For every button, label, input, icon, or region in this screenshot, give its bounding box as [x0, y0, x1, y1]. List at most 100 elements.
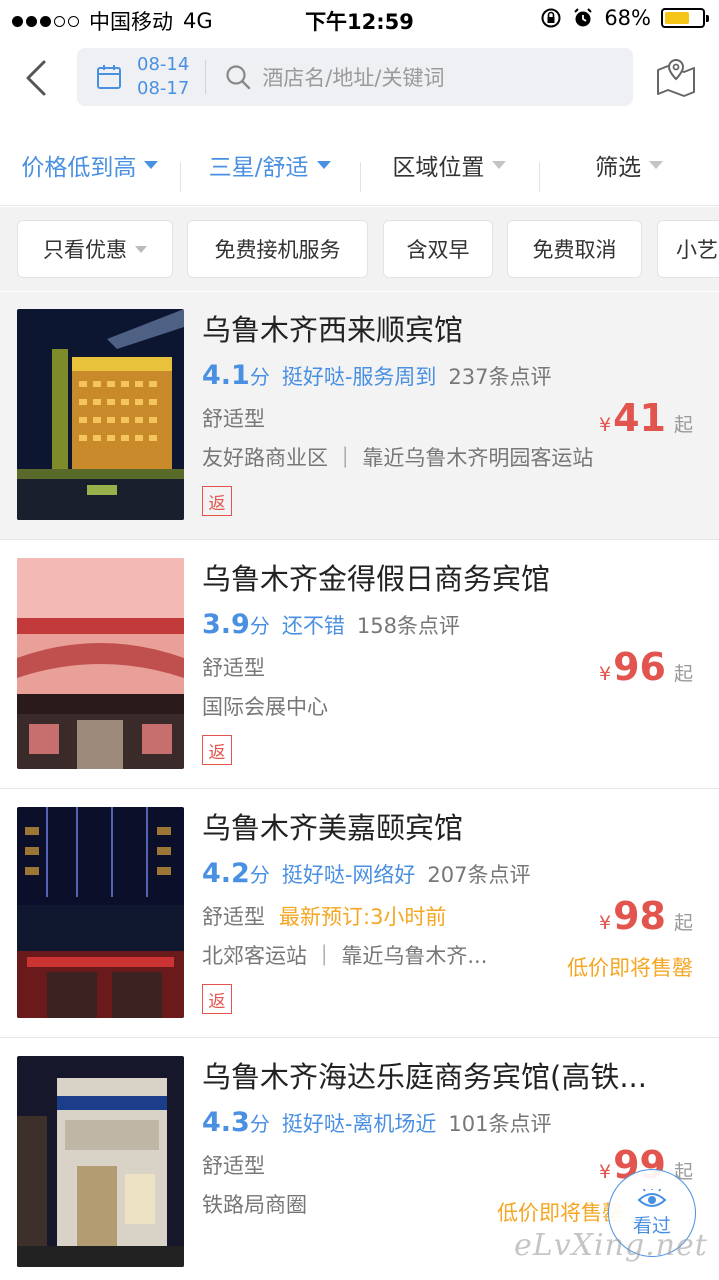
currency-symbol: ¥	[599, 663, 612, 685]
sort-filter-label: 筛选	[595, 154, 642, 181]
search-icon	[226, 65, 251, 90]
review-tag: 挺好哒-离机场近	[281, 1112, 437, 1136]
chip-label: 含双早	[406, 238, 470, 262]
review-tag: 还不错	[281, 614, 345, 638]
hotel-score: 4.1	[202, 360, 250, 391]
search-input[interactable]: 酒店名/地址/关键词	[262, 62, 444, 92]
status-right: 68%	[540, 6, 709, 30]
hotel-photo	[17, 1056, 184, 1267]
currency-symbol: ¥	[599, 1161, 612, 1183]
rating-line: 4.2 分 挺好哒-网络好 207条点评	[202, 858, 695, 890]
watermark: eLvXing.net	[514, 1228, 708, 1263]
hotel-price: ¥ 98 起	[599, 894, 693, 938]
chip-label: 小艺	[676, 238, 718, 262]
chevron-down-icon	[492, 160, 507, 169]
hotel-type: 舒适型	[202, 905, 265, 929]
chevron-down-icon	[649, 160, 664, 169]
chip-double-breakfast[interactable]: 含双早	[383, 220, 493, 278]
chip-label: 免费取消	[532, 238, 617, 262]
price-suffix: 起	[673, 414, 693, 436]
chip-label: 免费接机服务	[214, 238, 341, 262]
hotel-location: 友好路商业区 ｜ 靠近乌鲁木齐明园客运站	[202, 446, 594, 470]
hotel-name: 乌鲁木齐金得假日商务宾馆	[202, 562, 551, 596]
battery-percent: 68%	[604, 6, 651, 30]
review-count: 237条点评	[448, 365, 552, 389]
hotel-name: 乌鲁木齐美嘉颐宾馆	[202, 811, 464, 845]
sort-filter[interactable]: 筛选	[539, 148, 719, 192]
review-count: 207条点评	[427, 863, 531, 887]
hotel-name: 乌鲁木齐海达乐庭商务宾馆(高铁...	[202, 1060, 647, 1094]
recent-booking-note: 最新预订:3小时前	[279, 905, 447, 929]
rating-line: 3.9 分 还不错 158条点评	[202, 609, 695, 641]
currency-symbol: ¥	[599, 912, 612, 934]
low-stock-note: 低价即将售罄	[567, 956, 693, 980]
hotel-type: 舒适型	[202, 656, 265, 680]
price-amount: 96	[613, 645, 666, 689]
hotel-photo	[17, 558, 184, 769]
chip-free-cancel[interactable]: 免费取消	[507, 220, 642, 278]
score-unit: 分	[249, 1112, 270, 1136]
sort-price-label: 价格低到高	[21, 154, 137, 181]
filter-chips-row: 只看优惠 免费接机服务 含双早 免费取消 小艺	[0, 207, 719, 291]
hotel-location: 国际会展中心	[202, 695, 328, 719]
review-tag: 挺好哒-网络好	[281, 863, 416, 887]
review-count: 158条点评	[356, 614, 460, 638]
hotel-score: 4.2	[202, 858, 250, 889]
chip-discount-only[interactable]: 只看优惠	[17, 220, 173, 278]
sort-star-label: 三星/舒适	[208, 154, 309, 181]
chip-label: 只看优惠	[43, 238, 127, 262]
sort-area[interactable]: 区域位置	[359, 148, 540, 192]
rotation-lock-icon	[541, 8, 561, 28]
hotel-name: 乌鲁木齐西来顺宾馆	[202, 313, 464, 347]
chevron-down-icon	[135, 245, 147, 253]
price-suffix: 起	[673, 663, 693, 685]
hotel-type: 舒适型	[202, 407, 265, 431]
sort-area-label: 区域位置	[392, 154, 485, 181]
rating-line: 4.3 分 挺好哒-离机场近 101条点评	[202, 1107, 695, 1139]
score-unit: 分	[249, 365, 270, 389]
alarm-icon	[574, 8, 593, 27]
hotel-price: ¥ 41 起	[599, 396, 693, 440]
hotel-photo	[17, 309, 184, 520]
currency-symbol: ¥	[599, 414, 612, 436]
back-icon[interactable]	[20, 58, 54, 98]
score-unit: 分	[249, 614, 270, 638]
hotel-score: 3.9	[202, 609, 250, 640]
hotel-price: ¥ 96 起	[599, 645, 693, 689]
sort-bar: 价格低到高 三星/舒适 区域位置 筛选	[0, 124, 719, 206]
chevron-down-icon	[316, 160, 331, 169]
check-out-date: 08-17	[137, 78, 190, 99]
hotel-card[interactable]: 乌鲁木齐美嘉颐宾馆 4.2 分 挺好哒-网络好 207条点评 舒适型 最新预订:…	[0, 790, 719, 1038]
chip-airport-pickup[interactable]: 免费接机服务	[187, 220, 368, 278]
cashback-badge: 返	[202, 735, 232, 765]
hotel-photo	[17, 807, 184, 1018]
chip-xiaoyi[interactable]: 小艺	[657, 220, 719, 278]
hotel-score: 4.3	[202, 1107, 250, 1138]
price-amount: 41	[613, 396, 666, 440]
chevron-down-icon	[144, 160, 159, 169]
review-tag: 挺好哒-服务周到	[281, 365, 437, 389]
sort-star[interactable]: 三星/舒适	[179, 148, 360, 192]
rating-line: 4.1 分 挺好哒-服务周到 237条点评	[202, 360, 695, 392]
cashback-badge: 返	[202, 486, 232, 516]
battery-fill	[665, 12, 690, 24]
stay-dates[interactable]: 08-14 08-17	[137, 53, 189, 101]
eye-icon	[637, 1188, 667, 1207]
status-bar: 中国移动 4G 下午12:59 68%	[0, 0, 719, 40]
hotel-card[interactable]: 乌鲁木齐金得假日商务宾馆 3.9 分 还不错 158条点评 舒适型 国际会展中心…	[0, 541, 719, 789]
price-suffix: 起	[673, 912, 693, 934]
sort-price[interactable]: 价格低到高	[0, 148, 180, 182]
map-icon[interactable]	[655, 56, 697, 98]
review-count: 101条点评	[448, 1112, 552, 1136]
check-in-date: 08-14	[137, 54, 190, 75]
price-amount: 98	[613, 894, 666, 938]
hotel-type: 舒适型	[202, 1154, 265, 1178]
score-unit: 分	[249, 863, 270, 887]
search-header: 08-14 08-17 酒店名/地址/关键词	[0, 40, 719, 120]
calendar-icon[interactable]	[95, 63, 123, 91]
hotel-card[interactable]: 乌鲁木齐西来顺宾馆 4.1 分 挺好哒-服务周到 237条点评 舒适型 友好路商…	[0, 292, 719, 540]
battery-icon	[661, 8, 709, 28]
search-divider	[205, 60, 207, 94]
cashback-badge: 返	[202, 984, 232, 1014]
search-bar[interactable]: 08-14 08-17 酒店名/地址/关键词	[77, 48, 633, 106]
